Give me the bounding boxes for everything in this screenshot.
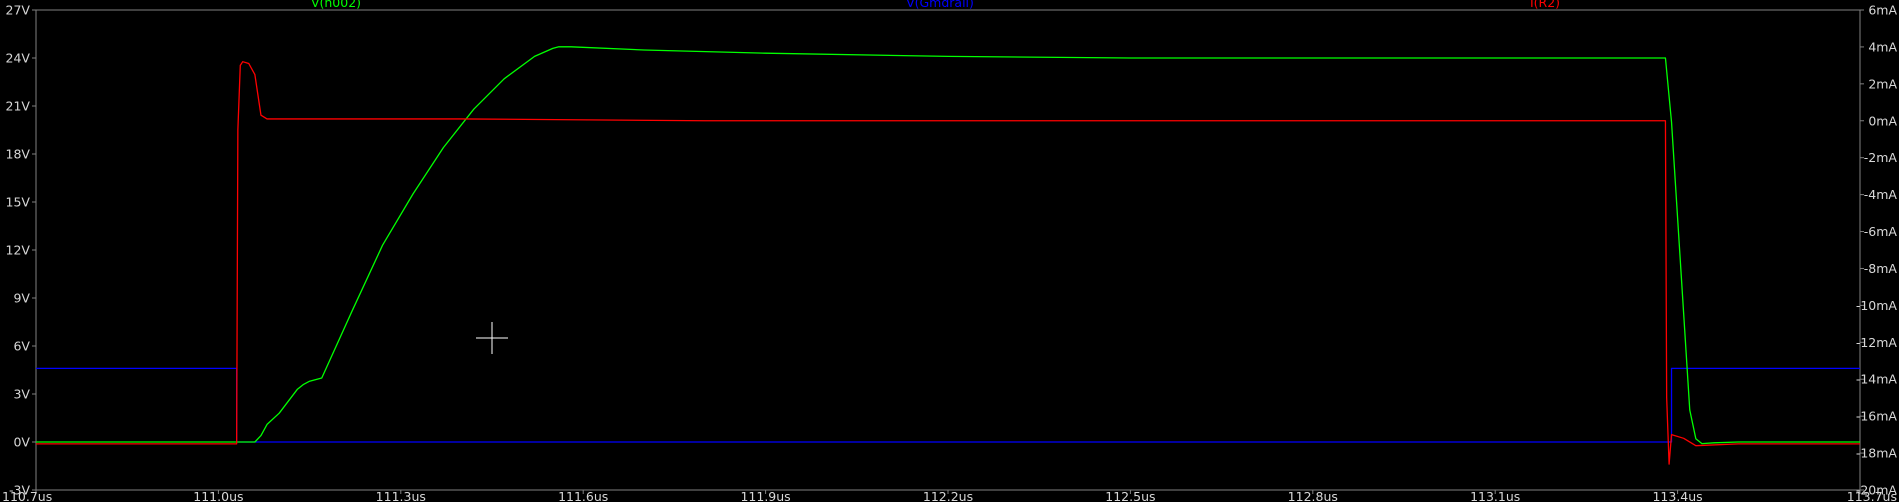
left-tick-label: -3V <box>9 483 30 498</box>
right-tick-label: 0mA <box>1868 113 1897 128</box>
right-tick-label: -16mA <box>1856 409 1898 424</box>
x-tick-label: 111.9us <box>740 489 790 502</box>
left-tick-label: 15V <box>6 195 31 210</box>
right-tick-label: -6mA <box>1864 224 1898 239</box>
right-tick-label: 4mA <box>1868 39 1897 54</box>
right-tick-label: 2mA <box>1868 76 1897 91</box>
x-tick-label: 113.4us <box>1652 489 1702 502</box>
x-tick-label: 111.6us <box>558 489 608 502</box>
left-tick-label: 27V <box>6 3 31 18</box>
legend-entry-i-r2[interactable]: I(R2) <box>1530 0 1560 10</box>
right-tick-label: 6mA <box>1868 3 1897 18</box>
right-tick-label: -14mA <box>1856 372 1898 387</box>
right-tick-label: -4mA <box>1864 187 1898 202</box>
right-tick-label: -2mA <box>1864 150 1898 165</box>
legend-entry-v-n002[interactable]: V(n002) <box>311 0 361 10</box>
right-tick-label: -20mA <box>1856 483 1898 498</box>
right-tick-label: -12mA <box>1856 335 1898 350</box>
legend-entry-v-gmdrall[interactable]: V(Gmdrall) <box>906 0 974 10</box>
waveform-plot[interactable]: 110.7us 111.0us 111.3us 111.6us 111.9us 112.2… <box>0 0 1899 502</box>
left-tick-label: 21V <box>6 99 31 114</box>
x-tick-label: 112.8us <box>1288 489 1338 502</box>
left-tick-label: 3V <box>13 387 30 402</box>
right-tick-label: -18mA <box>1856 446 1898 461</box>
x-tick-label: 113.1us <box>1470 489 1520 502</box>
left-tick-label: 18V <box>6 147 31 162</box>
left-tick-label: 0V <box>13 435 30 450</box>
x-tick-label: 112.5us <box>1105 489 1155 502</box>
left-tick-label: 24V <box>6 51 31 66</box>
right-tick-label: -8mA <box>1864 261 1898 276</box>
plot-background <box>0 0 1899 502</box>
x-tick-label: 111.0us <box>193 489 243 502</box>
left-tick-label: 9V <box>13 291 30 306</box>
x-tick-label: 111.3us <box>376 489 426 502</box>
left-tick-label: 6V <box>13 339 30 354</box>
x-tick-label: 112.2us <box>923 489 973 502</box>
right-tick-label: -10mA <box>1856 298 1898 313</box>
left-tick-label: 12V <box>6 243 31 258</box>
